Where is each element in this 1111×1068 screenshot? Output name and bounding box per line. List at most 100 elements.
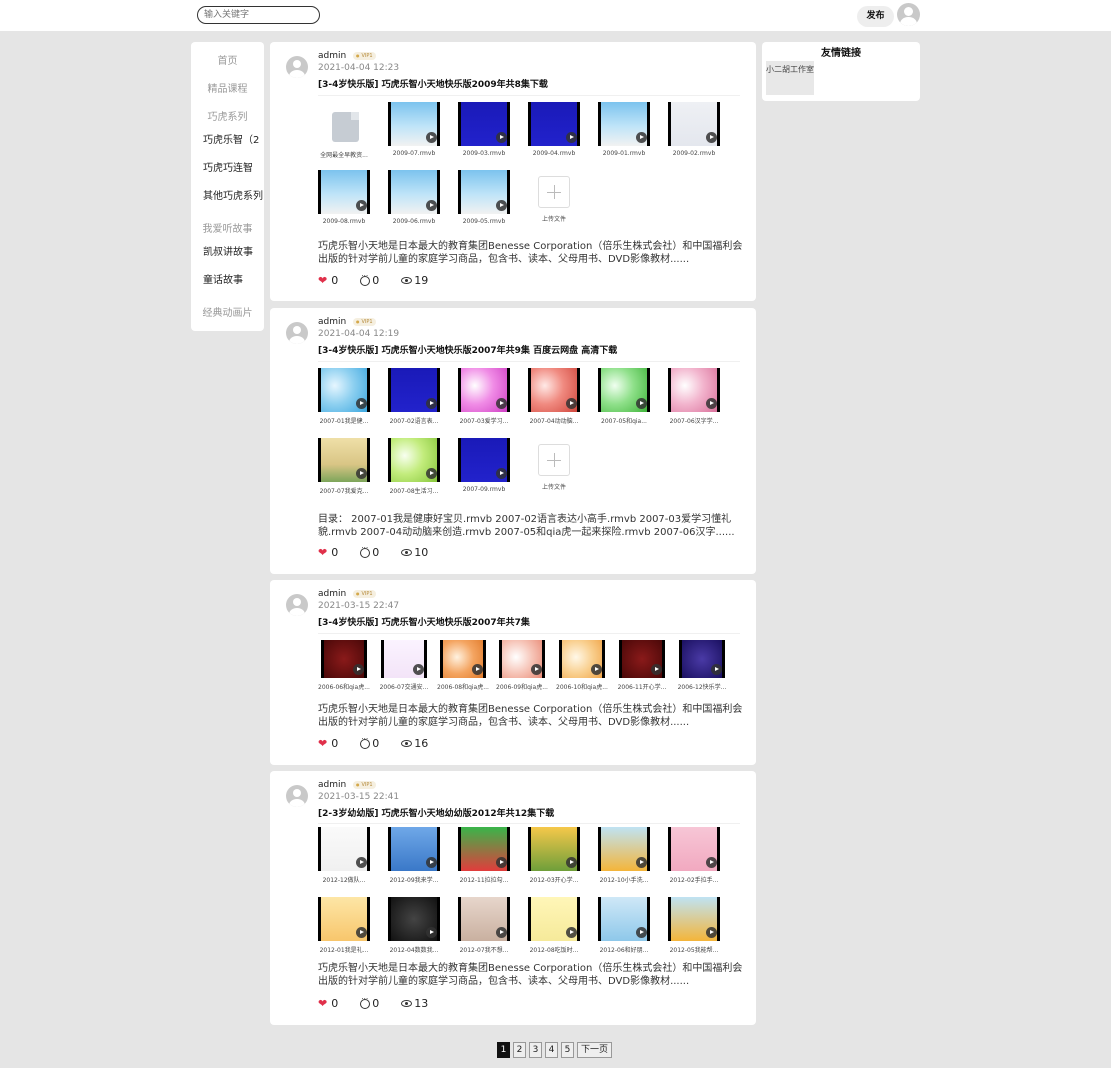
next-page-button[interactable]: 下一页: [577, 1042, 613, 1058]
play-icon[interactable]: [706, 398, 717, 409]
comment-icon[interactable]: [360, 993, 371, 1009]
video-thumbnail[interactable]: [528, 102, 580, 146]
post-author[interactable]: admin: [318, 780, 346, 790]
post-author[interactable]: admin: [318, 317, 346, 327]
file-item[interactable]: 2007-09.rmvb: [454, 438, 514, 493]
play-icon[interactable]: [426, 857, 437, 868]
sidebar-item[interactable]: 凯叔讲故事: [191, 243, 264, 258]
file-item[interactable]: 2012-06和好朋...: [594, 897, 654, 954]
author-avatar-icon[interactable]: [286, 594, 308, 616]
post-title[interactable]: [3-4岁快乐版] 巧虎乐智小天地快乐版2007年共7集: [318, 615, 530, 628]
video-thumbnail[interactable]: [458, 438, 510, 482]
play-icon[interactable]: [413, 664, 424, 675]
video-thumbnail[interactable]: [388, 102, 440, 146]
play-icon[interactable]: [711, 664, 722, 675]
video-thumbnail[interactable]: [318, 827, 370, 871]
video-thumbnail[interactable]: [388, 827, 440, 871]
search-input[interactable]: [197, 6, 320, 24]
sidebar-item[interactable]: 巧虎巧连智: [191, 159, 264, 174]
play-icon[interactable]: [426, 927, 437, 938]
post-author[interactable]: admin: [318, 51, 346, 61]
play-icon[interactable]: [353, 664, 364, 675]
sidebar-item[interactable]: 我爱听故事: [191, 220, 264, 235]
video-thumbnail[interactable]: [458, 827, 510, 871]
video-thumbnail[interactable]: [388, 368, 440, 412]
sidebar-item[interactable]: 童话故事: [191, 271, 264, 286]
file-item[interactable]: 2007-04动动脑...: [524, 368, 584, 425]
file-item[interactable]: 2012-05我能帮...: [664, 897, 724, 954]
comment-icon[interactable]: [360, 542, 371, 558]
sidebar-item[interactable]: 其他巧虎系列: [191, 187, 264, 202]
comment-button[interactable]: 0: [360, 733, 379, 750]
page-1-button[interactable]: 1: [497, 1042, 510, 1058]
file-item[interactable]: 2006-07交通安...: [374, 640, 434, 691]
video-thumbnail[interactable]: [668, 827, 720, 871]
video-thumbnail[interactable]: [598, 368, 650, 412]
video-thumbnail[interactable]: [458, 102, 510, 146]
file-item[interactable]: 2007-05和qia...: [594, 368, 654, 425]
video-thumbnail[interactable]: [318, 170, 370, 214]
file-item[interactable]: 2012-11拉拉勾...: [454, 827, 514, 884]
video-thumbnail[interactable]: [321, 640, 367, 678]
play-icon[interactable]: [356, 857, 367, 868]
video-thumbnail[interactable]: [619, 640, 665, 678]
video-thumbnail[interactable]: [499, 640, 545, 678]
play-icon[interactable]: [566, 132, 577, 143]
publish-button[interactable]: 发布: [857, 6, 894, 27]
file-item[interactable]: 2007-01我是健...: [314, 368, 374, 425]
video-thumbnail[interactable]: [458, 897, 510, 941]
file-item[interactable]: 2007-07我爱克...: [314, 438, 374, 495]
file-item[interactable]: 2009-06.rmvb: [384, 170, 444, 225]
video-thumbnail[interactable]: [668, 102, 720, 146]
video-thumbnail[interactable]: [668, 897, 720, 941]
file-item[interactable]: 2006-06和qia虎...: [314, 640, 374, 691]
file-item[interactable]: 2009-05.rmvb: [454, 170, 514, 225]
play-icon[interactable]: [496, 857, 507, 868]
play-icon[interactable]: [356, 927, 367, 938]
video-thumbnail[interactable]: [440, 640, 486, 678]
author-avatar-icon[interactable]: [286, 785, 308, 807]
play-icon[interactable]: [426, 200, 437, 211]
page-5-button[interactable]: 5: [561, 1042, 574, 1058]
play-icon[interactable]: [566, 857, 577, 868]
video-thumbnail[interactable]: [381, 640, 427, 678]
upload-file-button[interactable]: 上传文件: [524, 170, 584, 223]
file-item[interactable]: 2009-08.rmvb: [314, 170, 374, 225]
play-icon[interactable]: [426, 132, 437, 143]
like-button[interactable]: ❤ 0: [318, 546, 338, 559]
video-thumbnail[interactable]: [388, 170, 440, 214]
play-icon[interactable]: [566, 927, 577, 938]
file-item[interactable]: 2012-02手拉手...: [664, 827, 724, 884]
file-item[interactable]: 2006-12快乐学...: [672, 640, 732, 691]
file-item[interactable]: 2012-03开心学...: [524, 827, 584, 884]
file-item[interactable]: 2009-02.rmvb: [664, 102, 724, 157]
play-icon[interactable]: [496, 468, 507, 479]
file-item[interactable]: 2012-01我是礼...: [314, 897, 374, 954]
video-thumbnail[interactable]: [598, 827, 650, 871]
file-item[interactable]: 2007-03爱学习...: [454, 368, 514, 425]
play-icon[interactable]: [636, 398, 647, 409]
file-item[interactable]: 2006-10和qia虎...: [552, 640, 612, 691]
play-icon[interactable]: [651, 664, 662, 675]
play-icon[interactable]: [566, 398, 577, 409]
sidebar-item[interactable]: 经典动画片: [191, 304, 264, 319]
play-icon[interactable]: [531, 664, 542, 675]
heart-icon[interactable]: ❤: [318, 997, 327, 1010]
video-thumbnail[interactable]: [598, 897, 650, 941]
video-thumbnail[interactable]: [559, 640, 605, 678]
video-thumbnail[interactable]: [528, 368, 580, 412]
file-item[interactable]: 2012-12做队...: [314, 827, 374, 884]
file-item[interactable]: 2006-11开心学...: [612, 640, 672, 691]
play-icon[interactable]: [472, 664, 483, 675]
sidebar-item[interactable]: 巧虎乐智（2: [191, 131, 264, 146]
file-item[interactable]: 2012-08吃饭时...: [524, 897, 584, 954]
file-item[interactable]: 全网最全早教资...: [314, 102, 374, 159]
author-avatar-icon[interactable]: [286, 56, 308, 78]
play-icon[interactable]: [426, 468, 437, 479]
page-3-button[interactable]: 3: [529, 1042, 542, 1058]
file-item[interactable]: 2009-01.rmvb: [594, 102, 654, 157]
file-item[interactable]: 2009-04.rmvb: [524, 102, 584, 157]
play-icon[interactable]: [706, 132, 717, 143]
play-icon[interactable]: [356, 200, 367, 211]
video-thumbnail[interactable]: [598, 102, 650, 146]
